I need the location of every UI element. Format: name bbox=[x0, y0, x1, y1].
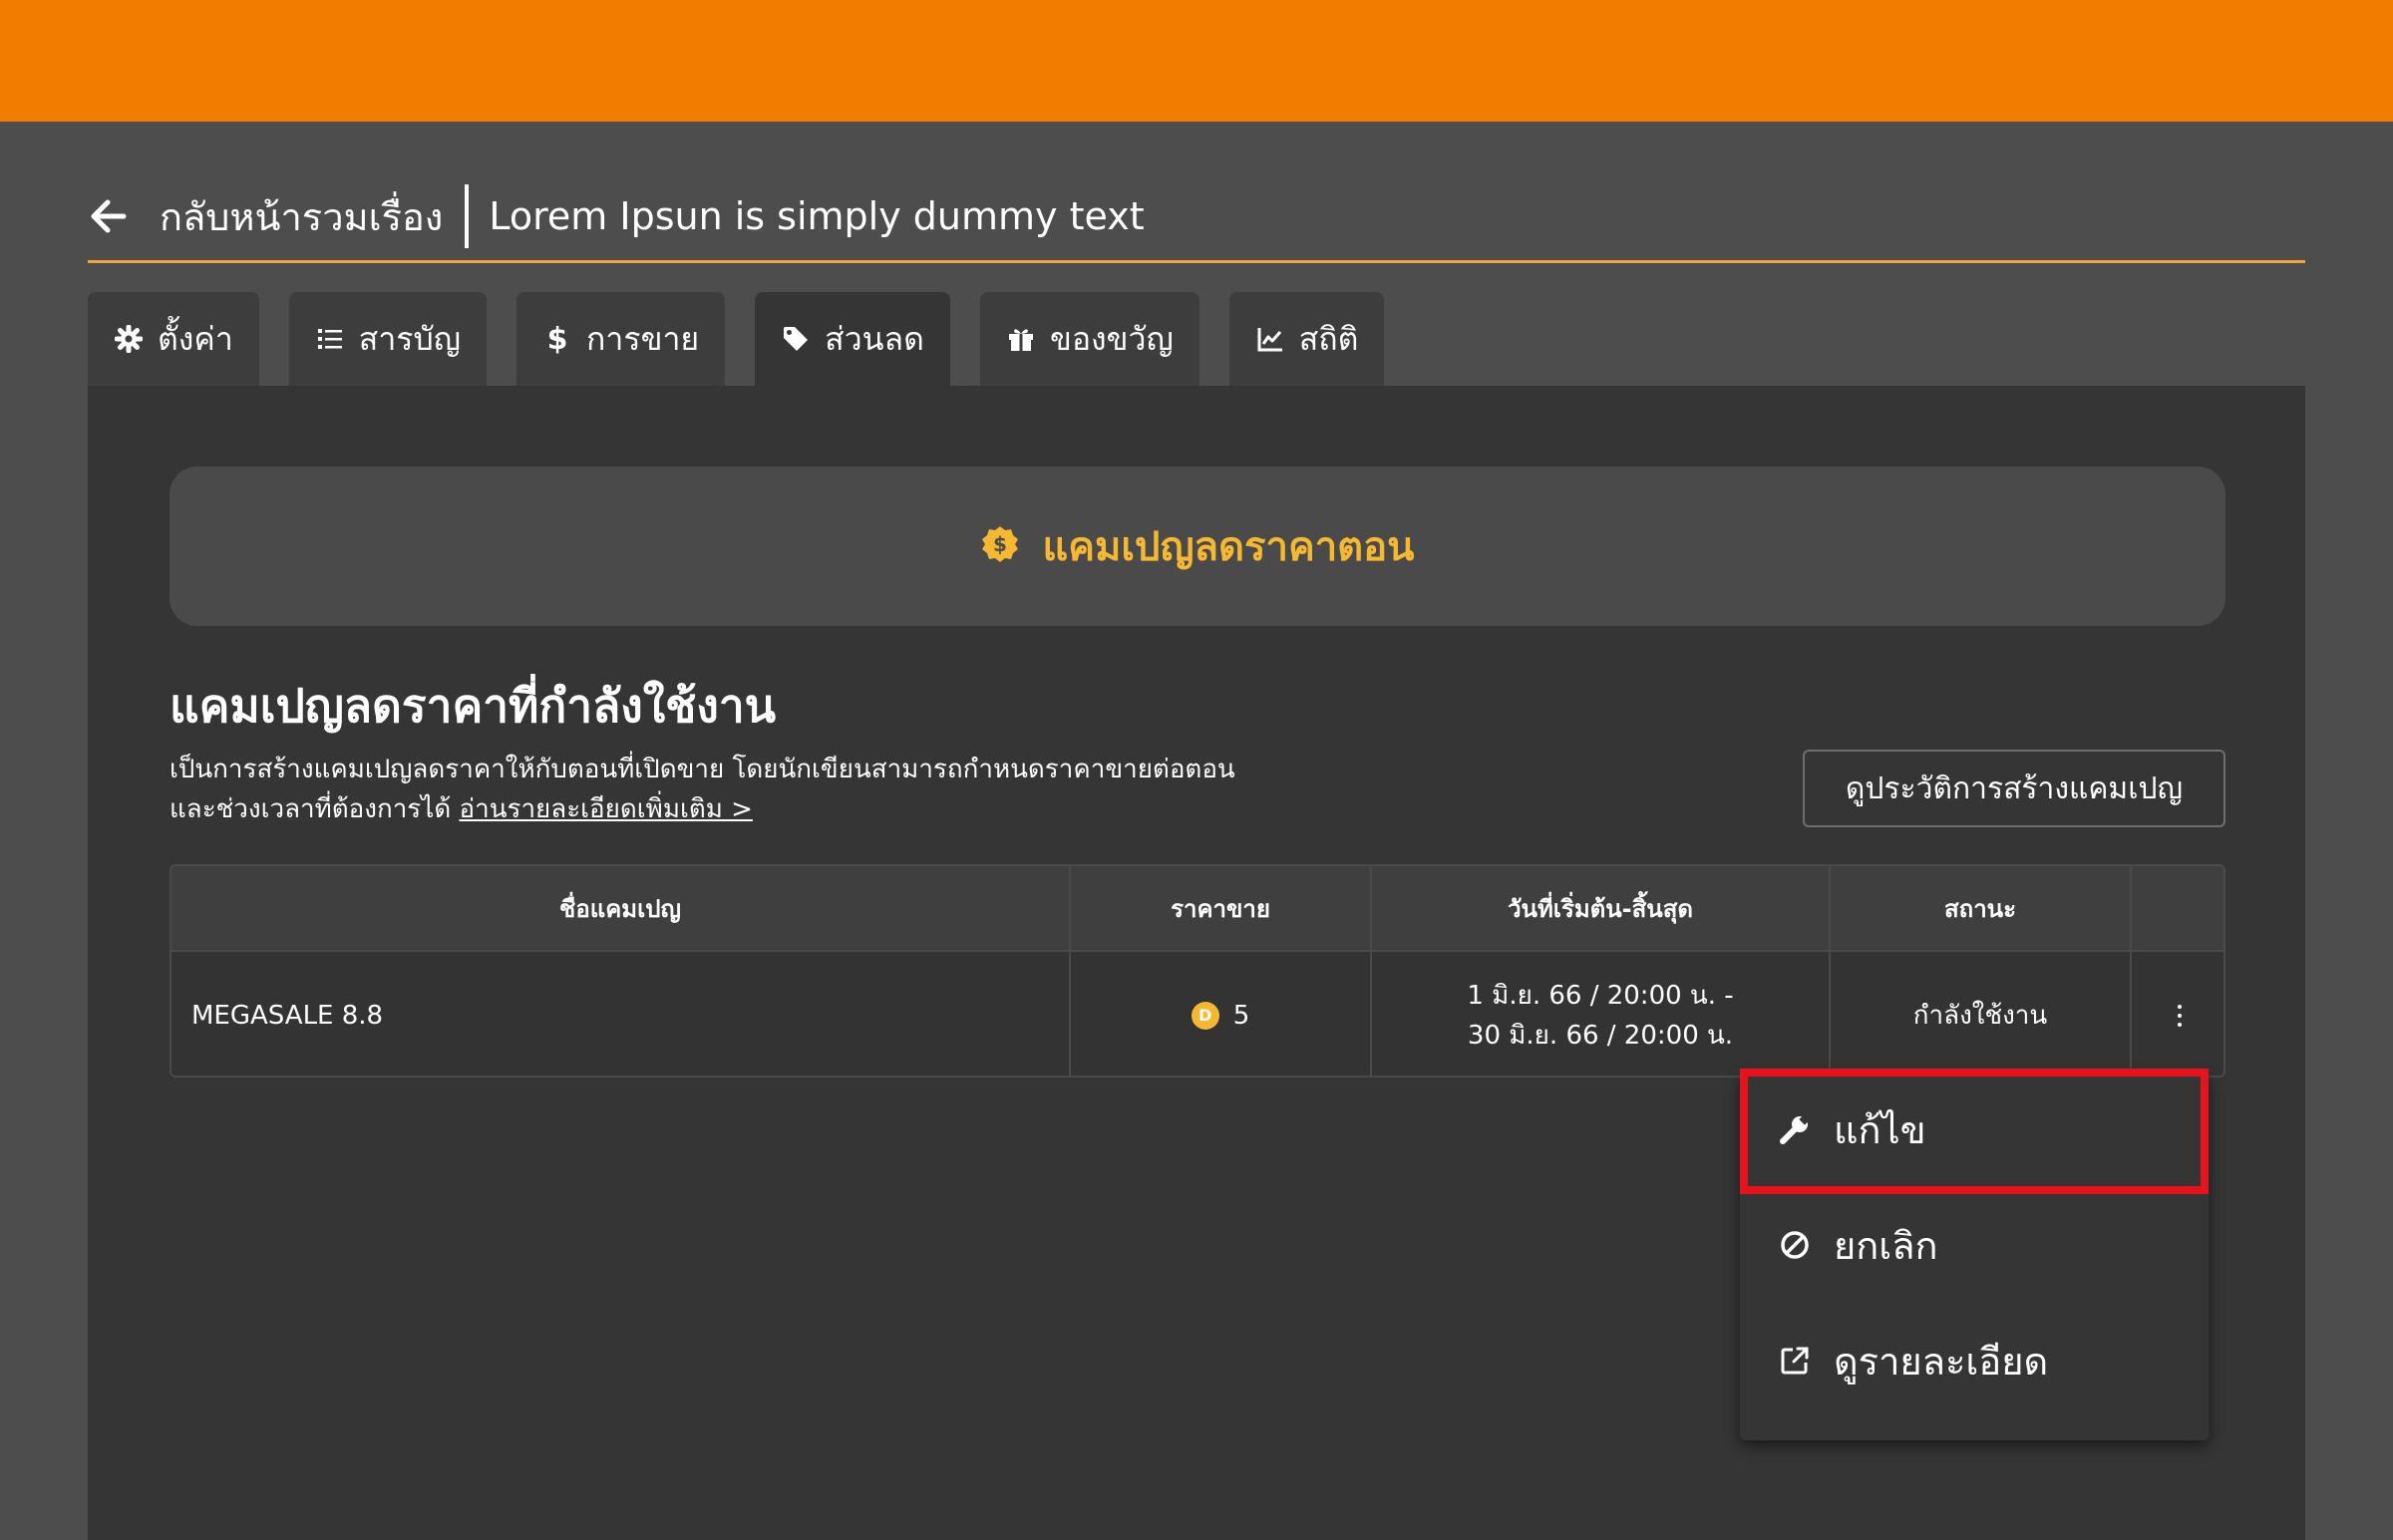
tab-label: การขาย bbox=[586, 319, 700, 358]
back-link[interactable]: กลับหน้ารวมเรื่อง bbox=[160, 186, 443, 247]
row-action-menu: แก้ไข ยกเลิก ดูรายละเอียด bbox=[1740, 1072, 2209, 1440]
tab-discount[interactable]: ส่วนลด bbox=[755, 292, 950, 386]
tab-label: ส่วนลด bbox=[825, 319, 924, 358]
external-link-icon bbox=[1778, 1344, 1812, 1378]
tab-gifts[interactable]: ของขวัญ bbox=[979, 292, 1199, 386]
tab-label: สถิติ bbox=[1298, 319, 1359, 358]
column-header-status: สถานะ bbox=[1831, 866, 2132, 950]
description-line: เป็นการสร้างแคมเปญลดราคาให้กับตอนที่เปิด… bbox=[170, 755, 1235, 784]
kebab-menu-icon[interactable] bbox=[2178, 1005, 2182, 1027]
campaign-banner: $ แคมเปญลดราคาตอน bbox=[170, 466, 2225, 626]
discount-badge-icon: $ bbox=[980, 524, 1020, 568]
menu-item-edit[interactable]: แก้ไข bbox=[1740, 1072, 2209, 1187]
menu-label: ยกเลิก bbox=[1834, 1223, 1938, 1268]
row-actions bbox=[2132, 952, 2223, 1076]
page-header: กลับหน้ารวมเรื่อง Lorem Ipsun is simply … bbox=[88, 169, 2305, 263]
ban-icon bbox=[1778, 1228, 1812, 1262]
table-header: ชื่อแคมเปญ ราคาขาย วันที่เริ่มต้น-สิ้นสุ… bbox=[171, 866, 2223, 952]
tab-label: ตั้งค่า bbox=[158, 319, 233, 358]
menu-item-cancel[interactable]: ยกเลิก bbox=[1740, 1187, 2209, 1303]
header-underline bbox=[88, 260, 2305, 263]
tab-settings[interactable]: ตั้งค่า bbox=[88, 292, 259, 386]
list-icon bbox=[315, 324, 345, 354]
tab-label: ของขวัญ bbox=[1049, 319, 1174, 358]
tab-label: สารบัญ bbox=[358, 319, 462, 358]
tab-bar: ตั้งค่า สารบัญ $ การขาย ส่วนลด ของขวัญ ส… bbox=[88, 292, 1385, 386]
column-header-name: ชื่อแคมเปญ bbox=[171, 866, 1071, 950]
price-value: 5 bbox=[1232, 1001, 1250, 1031]
tab-sales[interactable]: $ การขาย bbox=[516, 292, 726, 386]
read-more-link[interactable]: อ่านรายละเอียดเพิ่มเติม > bbox=[459, 794, 752, 824]
campaign-name: MEGASALE 8.8 bbox=[171, 952, 1071, 1076]
view-history-button[interactable]: ดูประวัติการสร้างแคมเปญ bbox=[1803, 750, 2225, 827]
table-row: MEGASALE 8.8 D 5 1 มิ.ย. 66 / 20:00 น. -… bbox=[171, 952, 2223, 1076]
column-header-actions bbox=[2132, 866, 2223, 950]
menu-label: แก้ไข bbox=[1834, 1107, 1926, 1152]
campaign-table: ชื่อแคมเปญ ราคาขาย วันที่เริ่มต้น-สิ้นสุ… bbox=[170, 864, 2225, 1078]
campaign-status: กำลังใช้งาน bbox=[1831, 952, 2132, 1076]
tag-icon bbox=[781, 324, 811, 354]
top-bar bbox=[0, 0, 2393, 122]
wrench-icon bbox=[1778, 1112, 1812, 1146]
gear-icon bbox=[114, 324, 144, 354]
end-date: 30 มิ.ย. 66 / 20:00 น. bbox=[1467, 1021, 1734, 1051]
gift-icon bbox=[1006, 324, 1036, 354]
page-title: Lorem Ipsun is simply dummy text bbox=[489, 194, 1145, 238]
banner-title: แคมเปญลดราคาตอน bbox=[1042, 524, 1415, 570]
dollar-icon: $ bbox=[546, 321, 568, 357]
column-header-price: ราคาขาย bbox=[1071, 866, 1372, 950]
campaign-price: D 5 bbox=[1071, 952, 1372, 1076]
chart-line-icon bbox=[1255, 324, 1285, 354]
arrow-left-icon[interactable] bbox=[88, 194, 132, 238]
section-title: แคมเปญลดราคาที่กำลังใช้งาน bbox=[170, 679, 777, 733]
campaign-dates: 1 มิ.ย. 66 / 20:00 น. - 30 มิ.ย. 66 / 20… bbox=[1372, 952, 1831, 1076]
tab-contents[interactable]: สารบัญ bbox=[288, 292, 488, 386]
svg-text:$: $ bbox=[994, 532, 1008, 556]
section-description: เป็นการสร้างแคมเปญลดราคาให้กับตอนที่เปิด… bbox=[170, 750, 1235, 829]
description-text: และช่วงเวลาที่ต้องการได้ bbox=[170, 794, 452, 824]
coin-icon: D bbox=[1191, 1002, 1219, 1030]
start-date: 1 มิ.ย. 66 / 20:00 น. - bbox=[1467, 981, 1734, 1011]
column-header-dates: วันที่เริ่มต้น-สิ้นสุด bbox=[1372, 866, 1831, 950]
header-divider bbox=[465, 184, 470, 248]
tab-stats[interactable]: สถิติ bbox=[1228, 292, 1385, 386]
menu-label: ดูรายละเอียด bbox=[1834, 1339, 2049, 1384]
description-line-2: และช่วงเวลาที่ต้องการได้ อ่านรายละเอียดเ… bbox=[170, 789, 1235, 829]
menu-item-view-detail[interactable]: ดูรายละเอียด bbox=[1740, 1303, 2209, 1418]
